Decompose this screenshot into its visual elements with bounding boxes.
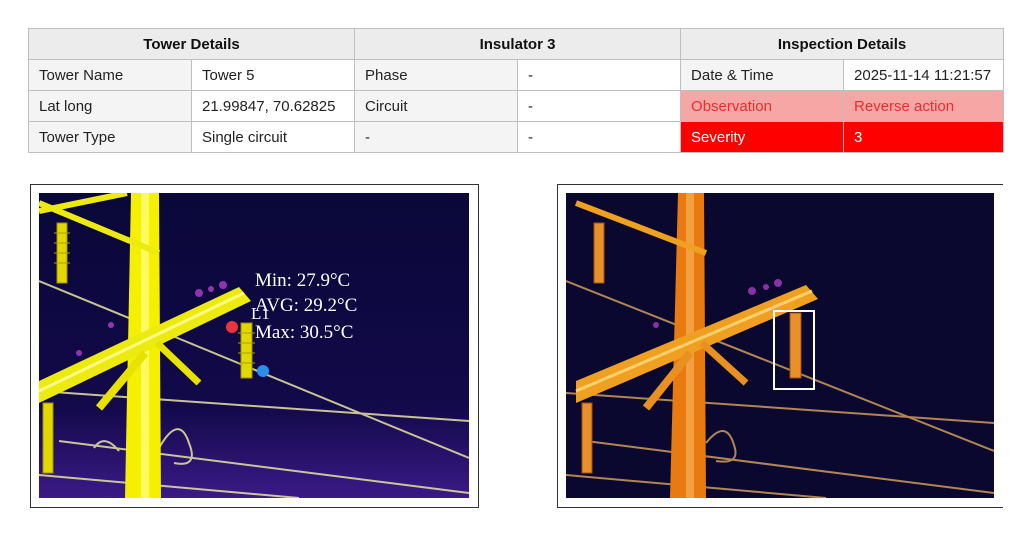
tower-name-label: Tower Name <box>28 59 192 91</box>
avg-reading: AVG: 29.2°C <box>255 295 357 316</box>
circuit-label: Circuit <box>354 90 519 122</box>
empty-label: - <box>354 121 519 153</box>
insulator-header: Insulator 3 <box>354 28 682 60</box>
observation-label: Observation <box>680 90 845 122</box>
inspection-details-header: Inspection Details <box>680 28 1005 60</box>
phase-value: - <box>517 59 682 91</box>
severity-label: Severity <box>680 121 845 153</box>
thermal-image-left: Min: 27.9°C AVG: 29.2°C Max: 30.5°C L1 <box>30 184 479 508</box>
table-row: Lat long 21.99847, 70.62825 Circuit - Ob… <box>28 90 1005 122</box>
table-row: Tower Name Tower 5 Phase - Date & Time 2… <box>28 59 1005 91</box>
tower-type-label: Tower Type <box>28 121 192 153</box>
phase-label: Phase <box>354 59 519 91</box>
date-time-label: Date & Time <box>680 59 845 91</box>
table-row: Tower Type Single circuit - - Severity 3 <box>28 121 1005 153</box>
empty-value: - <box>517 121 682 153</box>
lat-long-value: 21.99847, 70.62825 <box>190 90 356 122</box>
max-marker <box>257 365 269 377</box>
min-reading: Min: 27.9°C <box>255 270 350 291</box>
min-marker <box>226 321 238 333</box>
thermal-scene-right <box>566 193 994 498</box>
tower-type-value: Single circuit <box>190 121 356 153</box>
thermal-image-right <box>557 184 1003 508</box>
lat-long-label: Lat long <box>28 90 192 122</box>
max-reading: Max: 30.5°C <box>255 322 353 343</box>
tower-details-header: Tower Details <box>27 28 356 60</box>
tower-name-value: Tower 5 <box>190 59 356 91</box>
circuit-value: - <box>517 90 682 122</box>
severity-value: 3 <box>843 121 1005 153</box>
marker-label: L1 <box>251 304 270 323</box>
table-header-row: Tower Details Insulator 3 Inspection Det… <box>27 28 1005 60</box>
inspection-table: Tower Details Insulator 3 Inspection Det… <box>27 28 1005 153</box>
observation-value: Reverse action <box>843 90 1005 122</box>
thermal-scene-left: Min: 27.9°C AVG: 29.2°C Max: 30.5°C L1 <box>39 193 469 498</box>
date-time-value: 2025-11-14 11:21:57 <box>843 59 1005 91</box>
